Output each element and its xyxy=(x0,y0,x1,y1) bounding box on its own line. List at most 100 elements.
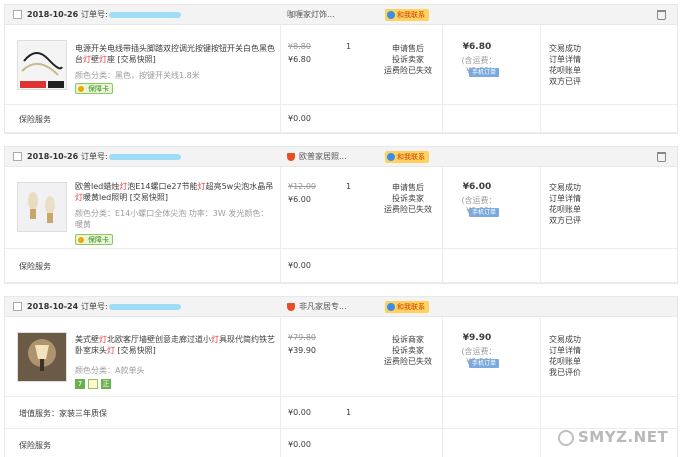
order-number-redacted xyxy=(109,154,181,160)
watermark-text: SMYZ.NET xyxy=(578,428,669,446)
review-status[interactable]: 双方已评 xyxy=(549,215,581,226)
shop-icon xyxy=(287,153,295,161)
order-date: 2018-10-24 xyxy=(27,302,79,311)
contact-seller-button[interactable]: 和我联系 xyxy=(385,151,429,163)
contact-seller-button[interactable]: 和我联系 xyxy=(385,9,429,21)
order-total: ¥6.00 xyxy=(462,182,492,192)
service-price: ¥0.00 xyxy=(288,261,311,270)
extra-service-qty: 1 xyxy=(346,408,352,417)
order-header: 2018-10-26 订单号: 欧普家居照... 和我联系 xyxy=(5,147,677,167)
product-sku: 颜色分类：E14小螺口全体尖泡 功率：3W 发光颜色：暖黄 xyxy=(75,209,269,229)
after-sale-link[interactable]: 申请售后 xyxy=(380,43,436,54)
shipping-insurance-status: 运费险已失效 xyxy=(384,205,432,214)
product-thumbnail[interactable] xyxy=(17,40,67,90)
product-title[interactable]: 欧普led蜡烛灯泡E14螺口e27节能灯超亮5w尖泡水晶吊灯暖黄led照明 [交… xyxy=(75,181,275,203)
shop-name[interactable]: 非凡家居专... xyxy=(299,297,347,317)
extra-service-price: ¥0.00 xyxy=(288,408,311,417)
order-details-link[interactable]: 订单详情 xyxy=(549,193,581,204)
service-label: 保险服务 xyxy=(19,262,51,271)
order-total: ¥6.80 xyxy=(462,42,492,52)
order-item-row: 电源开关电线带插头脚踏双控调光按键按钮开关白色黑色台灯壁灯座 [交易快照] 颜色… xyxy=(5,25,677,105)
order-item-row: 美式壁灯北欧客厅墙壁创意走廊过道小灯具现代简约铁艺卧室床头灯 [交易快照] 颜色… xyxy=(5,317,677,397)
trash-icon[interactable] xyxy=(657,152,666,162)
complain-link[interactable]: 投诉卖家 xyxy=(380,193,436,204)
trade-status: 交易成功 xyxy=(549,44,581,53)
service-price: ¥0.00 xyxy=(288,440,311,449)
product-title[interactable]: 电源开关电线带插头脚踏双控调光按键按钮开关白色黑色台灯壁灯座 [交易快照] xyxy=(75,43,275,65)
original-price: ¥12.00 xyxy=(288,182,316,191)
huabei-bill-link[interactable]: 花呗账单 xyxy=(549,65,581,76)
authentic-icon[interactable]: 正 xyxy=(101,379,111,389)
service-label: 保险服务 xyxy=(19,115,51,124)
extra-service-row: 增值服务：家装三年质保 ¥0.00 1 xyxy=(5,397,677,429)
item-status-links: 投诉商家 投诉卖家 运费险已失效 xyxy=(380,334,436,367)
mobile-order-tag: 手机订单 xyxy=(469,68,499,77)
review-status[interactable]: 双方已评 xyxy=(549,76,581,87)
trade-status: 交易成功 xyxy=(549,335,581,344)
order-checkbox[interactable] xyxy=(13,152,22,161)
service-icons: 7 正 xyxy=(75,379,111,389)
quantity: 1 xyxy=(346,182,352,191)
shop-icon xyxy=(287,303,295,311)
order-card: 2018-10-26 订单号: 欧普家居照... 和我联系 欧普led蜡烛灯泡E… xyxy=(4,146,678,284)
shop-name[interactable]: 欧普家居照... xyxy=(299,147,347,167)
order-number-label: 订单号: xyxy=(81,10,108,19)
unit-price: ¥6.00 xyxy=(288,195,311,204)
order-number-label: 订单号: xyxy=(81,302,108,311)
gift-icon[interactable] xyxy=(88,379,98,389)
warranty-badge[interactable]: 保障卡 xyxy=(75,83,113,94)
service-label: 保险服务 xyxy=(19,441,51,450)
complain-link[interactable]: 投诉卖家 xyxy=(380,345,436,356)
order-date: 2018-10-26 xyxy=(27,10,79,19)
order-item-row: 欧普led蜡烛灯泡E14螺口e27节能灯超亮5w尖泡水晶吊灯暖黄led照明 [交… xyxy=(5,167,677,249)
order-number-label: 订单号: xyxy=(81,152,108,161)
service-price: ¥0.00 xyxy=(288,114,311,123)
shop-name[interactable]: 咖喱家灯饰... xyxy=(287,5,335,25)
service-row: 保险服务 ¥0.00 xyxy=(5,429,677,457)
service-row: 保险服务 ¥0.00 xyxy=(5,105,677,133)
order-details-link[interactable]: 订单详情 xyxy=(549,54,581,65)
contact-seller-button[interactable]: 和我联系 xyxy=(385,301,429,313)
huabei-bill-link[interactable]: 花呗账单 xyxy=(549,356,581,367)
order-checkbox[interactable] xyxy=(13,10,22,19)
complain-link[interactable]: 投诉卖家 xyxy=(380,54,436,65)
order-number-redacted xyxy=(109,304,181,310)
order-operations: 交易成功 订单详情 花呗账单 双方已评 xyxy=(549,43,581,87)
order-operations: 交易成功 订单详情 花呗账单 我已评价 xyxy=(549,334,581,378)
warranty-badge[interactable]: 保障卡 xyxy=(75,234,113,245)
mobile-order-tag: 手机订单 xyxy=(469,359,499,368)
shipping-insurance-status: 运费险已失效 xyxy=(384,66,432,75)
item-status-links: 申请售后 投诉卖家 运费险已失效 xyxy=(380,43,436,76)
order-date: 2018-10-26 xyxy=(27,152,79,161)
product-title[interactable]: 美式壁灯北欧客厅墙壁创意走廊过道小灯具现代简约铁艺卧室床头灯 [交易快照] xyxy=(75,334,275,356)
order-card: 2018-10-24 订单号: 非凡家居专... 和我联系 美式壁灯北欧客厅墙壁… xyxy=(4,296,678,457)
item-status-links: 申请售后 投诉卖家 运费险已失效 xyxy=(380,182,436,215)
unit-price: ¥6.80 xyxy=(288,55,311,64)
order-card: 2018-10-26 订单号: 咖喱家灯饰... 和我联系 电源开关电线带插头脚… xyxy=(4,4,678,134)
order-details-link[interactable]: 订单详情 xyxy=(549,345,581,356)
product-thumbnail[interactable] xyxy=(17,332,67,382)
service-row: 保险服务 ¥0.00 xyxy=(5,249,677,283)
review-status[interactable]: 我已评价 xyxy=(549,367,581,378)
watermark-icon xyxy=(558,430,574,446)
order-number-redacted xyxy=(109,12,181,18)
product-thumbnail[interactable] xyxy=(17,182,67,232)
order-checkbox[interactable] xyxy=(13,302,22,311)
order-total: ¥9.90 xyxy=(462,333,492,343)
order-operations: 交易成功 订单详情 花呗账单 双方已评 xyxy=(549,182,581,226)
product-sku: 颜色分类：黑色，按键开关线1.8米 xyxy=(75,71,200,80)
trash-icon[interactable] xyxy=(657,10,666,20)
original-price: ¥8.80 xyxy=(288,42,311,51)
product-sku: 颜色分类：A款单头 xyxy=(75,366,145,375)
extra-service-label: 增值服务：家装三年质保 xyxy=(19,409,107,418)
after-sale-link[interactable]: 申请售后 xyxy=(380,182,436,193)
quantity: 1 xyxy=(346,42,352,51)
unit-price: ¥39.90 xyxy=(288,346,316,355)
order-header: 2018-10-26 订单号: 咖喱家灯饰... 和我联系 xyxy=(5,5,677,25)
mobile-order-tag: 手机订单 xyxy=(469,208,499,217)
huabei-bill-link[interactable]: 花呗账单 xyxy=(549,204,581,215)
complain-merchant-link[interactable]: 投诉商家 xyxy=(380,334,436,345)
shipping-insurance-status: 运费险已失效 xyxy=(384,357,432,366)
trade-status: 交易成功 xyxy=(549,183,581,192)
seven-day-return-icon[interactable]: 7 xyxy=(75,379,85,389)
